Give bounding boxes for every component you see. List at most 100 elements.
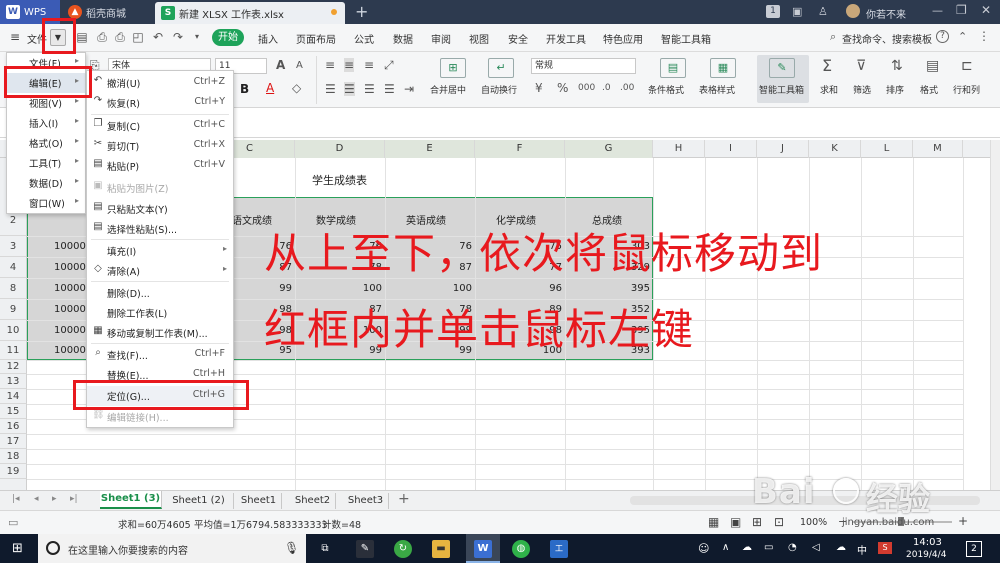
row-header-14[interactable]: 14 xyxy=(0,389,27,404)
filter-button[interactable]: 筛选 xyxy=(853,83,871,96)
menu-item-clear[interactable]: ◇ 清除(A) ▸ xyxy=(87,261,233,281)
cell-id[interactable]: 10000 xyxy=(54,304,86,315)
sogou-ime-icon[interactable]: S xyxy=(878,542,892,554)
align-left-icon[interactable]: ☰ xyxy=(325,82,336,96)
clock-time[interactable]: 14:03 xyxy=(913,537,942,548)
menu-item-cut[interactable]: ✂ 剪切(T) Ctrl+X xyxy=(87,136,233,156)
tab-special[interactable]: 特色应用 xyxy=(603,31,643,46)
cell-id[interactable]: 10000 xyxy=(54,241,86,252)
menu-item-move-copy-sheet[interactable]: ▦ 移动或复制工作表(M)... xyxy=(87,323,233,343)
new-tab-plus-icon[interactable]: + xyxy=(355,2,368,21)
sum-button[interactable]: 求和 xyxy=(820,83,838,96)
orientation-icon[interactable]: ⤢ xyxy=(384,58,394,72)
tab-smart-toolbox[interactable]: 智能工具箱 xyxy=(661,31,711,46)
tray-app-icon[interactable]: ☁ xyxy=(742,542,752,553)
sort-icon[interactable]: ⇅ xyxy=(891,59,903,73)
row-header-12[interactable]: 12 xyxy=(0,360,27,374)
merge-center-button[interactable]: 合并居中 xyxy=(430,83,466,96)
reading-mode-icon[interactable]: ⊡ xyxy=(774,515,784,529)
page-layout-view-icon[interactable]: ▣ xyxy=(730,515,741,529)
shrink-font-icon[interactable]: A xyxy=(296,59,303,73)
onedrive-icon[interactable]: ☁ xyxy=(836,542,846,553)
refresh-app-icon[interactable]: ↻ xyxy=(394,540,412,558)
zoom-in-icon[interactable]: + xyxy=(958,514,968,528)
prev-sheet-icon[interactable]: ◂ xyxy=(34,494,39,504)
align-top-icon[interactable]: ≡ xyxy=(325,58,335,72)
next-sheet-icon[interactable]: ▸ xyxy=(52,494,57,504)
shirt-icon[interactable]: ♙ xyxy=(818,5,828,18)
taskbar-search-box[interactable]: 在这里输入你要搜索的内容 🎙 xyxy=(38,534,306,563)
grow-font-icon[interactable]: A xyxy=(276,58,285,72)
column-header-l[interactable]: L xyxy=(861,140,913,158)
distribute-icon[interactable]: ☰ xyxy=(384,82,395,96)
print-icon[interactable]: ⎙ xyxy=(113,30,127,44)
tab-workbook[interactable]: S 新建 XLSX 工作表.xlsx xyxy=(155,2,345,24)
row-header-9[interactable]: 9 xyxy=(0,299,27,320)
menu-item-undo[interactable]: ↶ 撤消(U) Ctrl+Z xyxy=(87,73,233,93)
menu-item-delete-sheet[interactable]: 删除工作表(L) xyxy=(87,303,233,323)
percent-icon[interactable]: % xyxy=(557,81,568,95)
decrease-decimal-icon[interactable]: .00 xyxy=(620,81,634,95)
row-header-17[interactable]: 17 xyxy=(0,434,27,449)
tab-start[interactable]: 开始 xyxy=(212,29,244,46)
page-count-badge[interactable]: 1 xyxy=(766,5,780,18)
column-header-j[interactable]: J xyxy=(757,140,809,158)
pin-icon[interactable]: ⌃ xyxy=(958,30,967,43)
tray-expand-icon[interactable]: ∧ xyxy=(722,542,729,553)
wrap-text-button[interactable]: 自动换行 xyxy=(481,83,517,96)
font-color-icon[interactable]: A xyxy=(266,81,274,95)
smart-toolbox-button[interactable]: 智能工具箱 xyxy=(759,83,804,96)
tab-data[interactable]: 数据 xyxy=(393,31,413,46)
tab-view[interactable]: 视图 xyxy=(469,31,489,46)
sheet-title[interactable]: 学生成绩表 xyxy=(312,172,367,188)
task-view-icon[interactable]: ⧉ xyxy=(316,540,334,558)
row-header-4[interactable]: 4 xyxy=(0,257,27,278)
sheet-tab[interactable]: Sheet1 (2) xyxy=(164,493,234,509)
column-header-e[interactable]: E xyxy=(385,140,475,158)
export-pdf-icon[interactable]: ⎙ xyxy=(95,30,109,44)
clock-date[interactable]: 2019/4/4 xyxy=(906,550,946,560)
menu-item-paste[interactable]: ▤ 粘贴(P) Ctrl+V xyxy=(87,156,233,176)
cell-value[interactable]: 96 xyxy=(475,283,565,294)
menu-item-delete[interactable]: 删除(D)... xyxy=(87,283,233,303)
number-format-select[interactable]: 常规 xyxy=(531,58,636,74)
tab-developer[interactable]: 开发工具 xyxy=(546,31,586,46)
conditional-format-button[interactable]: 条件格式 xyxy=(648,83,684,96)
align-center-icon[interactable]: ☰ xyxy=(344,82,355,96)
battery-icon[interactable]: ▭ xyxy=(764,542,773,553)
page-break-view-icon[interactable]: ⊞ xyxy=(752,515,762,529)
menu-item-data[interactable]: 数据(D) ▸ xyxy=(7,173,85,193)
tab-formula[interactable]: 公式 xyxy=(354,31,374,46)
row-header-3[interactable]: 3 xyxy=(0,236,27,257)
cell-value[interactable]: 395 xyxy=(565,283,653,294)
tab-insert[interactable]: 插入 xyxy=(258,31,278,46)
cell-id[interactable]: 10000 xyxy=(54,262,86,273)
windows-start-icon[interactable]: ⊞ xyxy=(12,542,26,556)
row-header-15[interactable]: 15 xyxy=(0,404,27,419)
taskbar-wps-active[interactable]: W xyxy=(466,534,500,563)
last-sheet-icon[interactable]: ▸| xyxy=(70,494,78,504)
sum-icon[interactable]: Σ xyxy=(822,58,832,74)
network-icon[interactable]: ◔ xyxy=(788,542,797,553)
ime-indicator[interactable]: 中 xyxy=(857,542,867,557)
tab-review[interactable]: 审阅 xyxy=(431,31,451,46)
save-icon[interactable]: ▤ xyxy=(75,30,89,44)
more-down-icon[interactable]: ▾ xyxy=(190,30,204,44)
table-style-icon[interactable]: ▦ xyxy=(710,58,736,78)
align-middle-icon[interactable]: ≡ xyxy=(344,58,355,72)
people-icon[interactable]: ☺ xyxy=(698,542,709,555)
help-icon[interactable]: ? xyxy=(936,30,949,43)
macro-icon[interactable]: ▭ xyxy=(8,516,18,529)
work-app-icon[interactable]: 工 xyxy=(550,540,568,558)
thousands-icon[interactable]: 000 xyxy=(578,81,595,95)
align-bottom-icon[interactable]: ≡ xyxy=(364,58,374,72)
currency-icon[interactable]: ¥ xyxy=(535,81,543,95)
format-icon[interactable]: ▤ xyxy=(926,59,939,73)
hamburger-icon[interactable]: ≡ xyxy=(10,30,20,44)
cell-value[interactable]: 100 xyxy=(295,283,385,294)
menu-item-paste-special[interactable]: ▤ 选择性粘贴(S)... xyxy=(87,219,233,239)
row-header-11[interactable]: 11 xyxy=(0,341,27,360)
wrap-text-icon[interactable]: ↵ xyxy=(488,58,514,78)
menu-item-window[interactable]: 窗口(W) ▸ xyxy=(7,193,85,213)
minimize-icon[interactable]: — xyxy=(932,4,943,17)
